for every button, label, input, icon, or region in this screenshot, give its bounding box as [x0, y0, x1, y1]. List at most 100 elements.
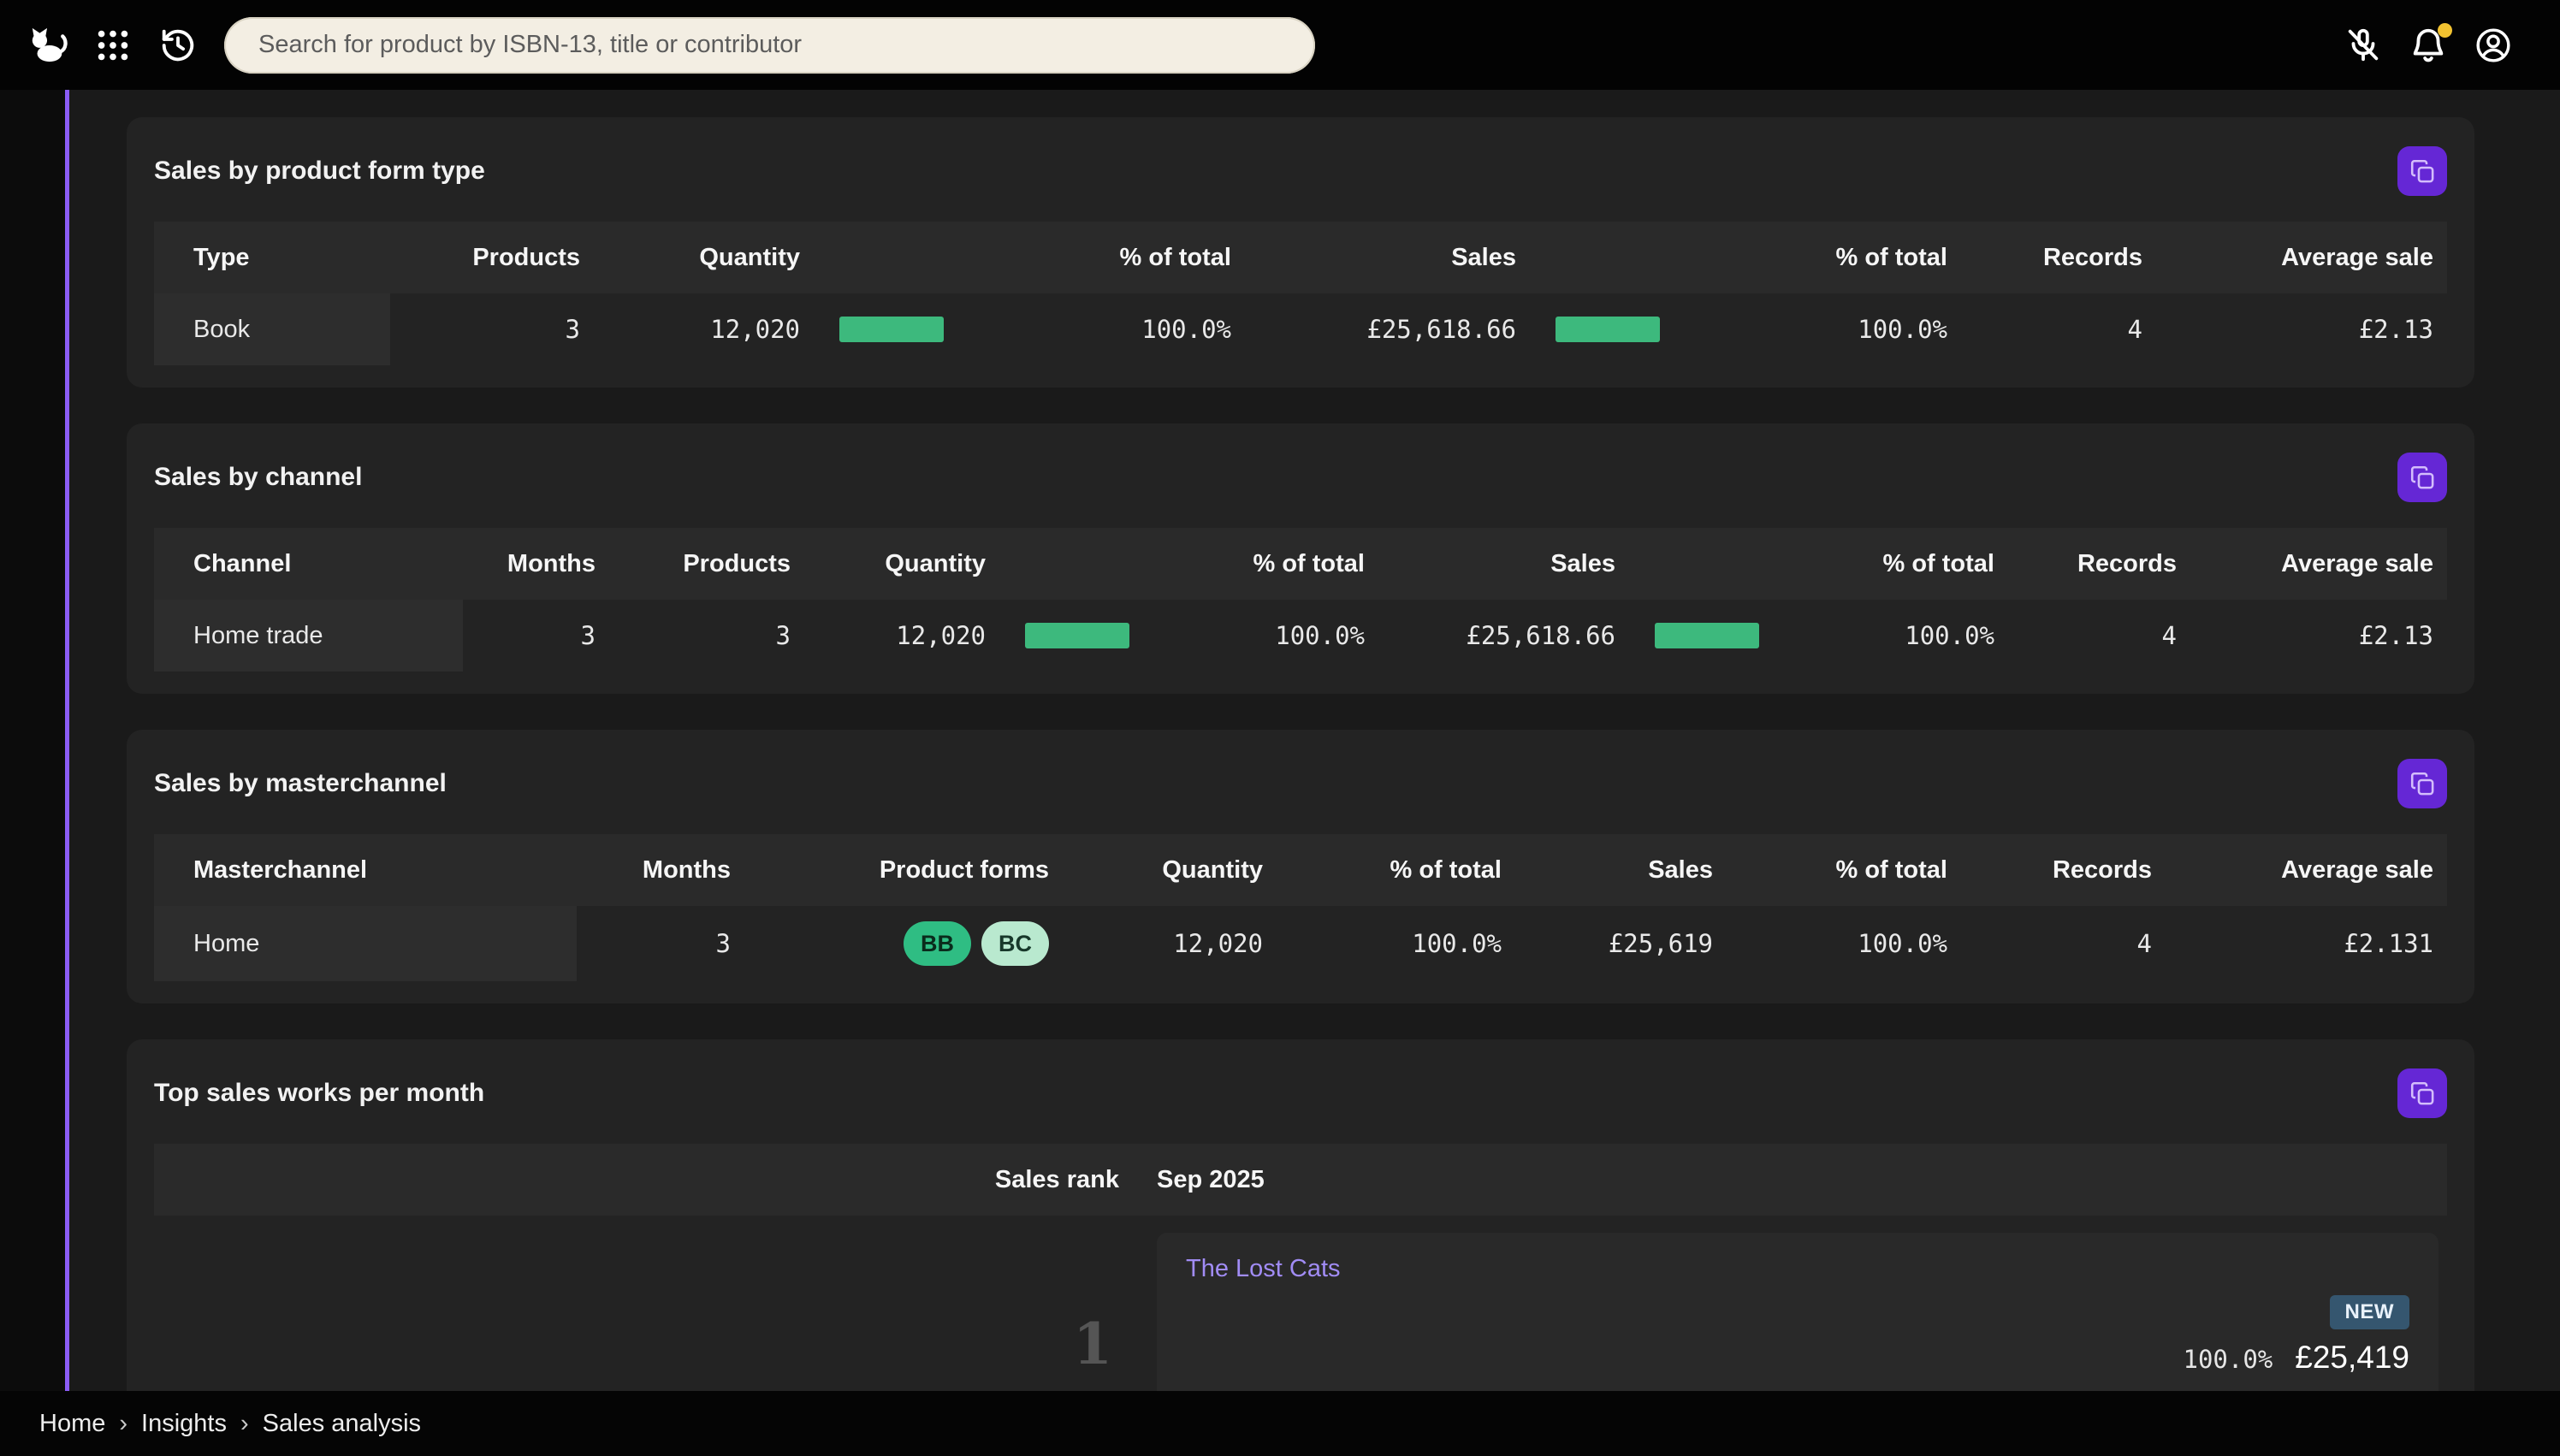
table-sales-by-channel: Channel Months Products Quantity % of to… — [154, 528, 2447, 672]
copy-table-button[interactable] — [2397, 1068, 2447, 1118]
column-header: Product forms — [879, 855, 1049, 884]
table-header-row: Channel Months Products Quantity % of to… — [154, 528, 2447, 600]
breadcrumb-insights[interactable]: Insights — [141, 1410, 227, 1438]
sales-share-bar — [1556, 317, 1660, 342]
cell-records: 4 — [2127, 315, 2142, 344]
cell-month-work: The Lost Cats NEW 100.0% £25,419 — [1133, 1216, 2447, 1391]
table-top-sales-works: Sales rank Sep 2025 1 The Lost Cats NEW — [154, 1144, 2447, 1391]
table-header-row: Type Products Quantity % of total Sales … — [154, 222, 2447, 293]
pct-value: 100.0% — [1858, 315, 1947, 344]
column-header: Months — [507, 549, 596, 577]
cell-pct-of-total-sales: 100.0% — [1858, 929, 1947, 958]
card-top-sales-works-per-month: Top sales works per month Sales rank Sep… — [127, 1039, 2474, 1391]
card-title: Sales by masterchannel — [154, 769, 447, 797]
voice-search-off-icon[interactable] — [2331, 13, 2396, 78]
table-sales-by-masterchannel: Masterchannel Months Product forms Quant… — [154, 834, 2447, 981]
copy-table-button[interactable] — [2397, 146, 2447, 196]
column-header-month: Sep 2025 — [1157, 1165, 1265, 1193]
card-header: Sales by channel — [127, 423, 2474, 528]
card-title: Top sales works per month — [154, 1079, 485, 1107]
column-header: % of total — [1835, 855, 1948, 884]
copy-table-button[interactable] — [2397, 759, 2447, 808]
copy-icon — [2410, 465, 2433, 488]
column-header: % of total — [1835, 243, 1948, 271]
work-stats: NEW 100.0% £25,419 — [2183, 1295, 2409, 1376]
table-row: Home trade 3 3 12,020 100.0% £25,618.66 … — [154, 600, 2447, 672]
table-header-row: Masterchannel Months Product forms Quant… — [154, 834, 2447, 906]
breadcrumb: Home › Insights › Sales analysis — [0, 1391, 2560, 1456]
amount-line: 100.0% £25,419 — [2183, 1340, 2409, 1376]
work-sales-amount: £25,419 — [2295, 1340, 2409, 1375]
search-input[interactable] — [258, 31, 1281, 59]
product-form-badge-bc: BC — [981, 921, 1049, 966]
cell-pct-of-total-sales: 100.0% — [1530, 293, 1961, 365]
mic-slash-icon — [2348, 28, 2379, 61]
sales-share-bar — [1655, 623, 1759, 648]
pct-value: 100.0% — [1275, 621, 1365, 650]
work-pct-of-total: 100.0% — [2183, 1345, 2273, 1374]
column-header: % of total — [1882, 549, 1995, 577]
breadcrumb-home[interactable]: Home — [39, 1410, 105, 1438]
table-row: Book 3 12,020 100.0% £25,618.66 100.0% 4… — [154, 293, 2447, 365]
column-header: Quantity — [885, 549, 986, 577]
work-card: The Lost Cats NEW 100.0% £25,419 — [1157, 1233, 2439, 1391]
card-header: Sales by product form type — [127, 117, 2474, 222]
cell-product-forms: BB BC — [744, 906, 1073, 981]
copy-table-button[interactable] — [2397, 453, 2447, 502]
table-row: Home 3 BB BC 12,020 100.0% £25,619 100.0… — [154, 906, 2447, 981]
cell-sales: £25,619 — [1608, 929, 1713, 958]
column-header: Records — [2042, 243, 2142, 271]
cell-sales: £25,618.66 — [1466, 621, 1615, 650]
cell-products: 3 — [565, 315, 580, 344]
table-row: 1 The Lost Cats NEW 100.0% £25,419 — [154, 1216, 2447, 1391]
column-header: % of total — [1119, 243, 1232, 271]
left-gutter — [0, 90, 65, 1391]
cell-months: 3 — [580, 621, 596, 650]
column-header: Average sale — [2281, 855, 2433, 884]
grid-icon — [98, 30, 128, 60]
topbar — [0, 0, 2560, 90]
cell-sales-rank: 1 — [154, 1216, 1133, 1391]
copy-icon — [2410, 159, 2433, 182]
column-header: Type — [193, 243, 250, 271]
cell-pct-of-total-quantity: 100.0% — [999, 600, 1378, 672]
column-header: % of total — [1390, 855, 1502, 884]
work-title-link[interactable]: The Lost Cats — [1186, 1255, 1341, 1283]
cell-pct-of-total-quantity: 100.0% — [814, 293, 1245, 365]
rank-number: 1 — [1073, 1311, 1112, 1377]
column-header: Channel — [193, 549, 292, 577]
cell-records: 4 — [2161, 621, 2177, 650]
copy-icon — [2410, 1081, 2433, 1104]
card-header: Sales by masterchannel — [127, 730, 2474, 834]
breadcrumb-separator: › — [240, 1409, 249, 1437]
column-header: Average sale — [2281, 549, 2433, 577]
column-header-sales-rank: Sales rank — [994, 1165, 1119, 1193]
product-form-badge-bb: BB — [904, 921, 971, 966]
user-avatar-icon — [2476, 27, 2510, 62]
cell-months: 3 — [715, 929, 731, 958]
scroll-accent-line — [65, 90, 69, 1391]
card-sales-by-channel: Sales by channel Channel Months Products… — [127, 423, 2474, 694]
cards-container: Sales by product form type Type Products… — [0, 90, 2560, 1391]
cell-quantity: 12,020 — [710, 315, 800, 344]
cell-quantity: 12,020 — [896, 621, 986, 650]
column-header: Sales — [1451, 243, 1516, 271]
column-header: % of total — [1253, 549, 1366, 577]
column-header: Records — [2077, 549, 2177, 577]
column-header: Average sale — [2281, 243, 2433, 271]
cat-logo-icon — [32, 27, 68, 62]
history-icon[interactable] — [145, 13, 210, 78]
cell-type: Book — [154, 293, 390, 365]
cell-average-sale: £2.13 — [2358, 315, 2433, 344]
cell-pct-of-total-quantity: 100.0% — [1412, 929, 1502, 958]
table-sales-by-product-form-type: Type Products Quantity % of total Sales … — [154, 222, 2447, 365]
cell-average-sale: £2.131 — [2344, 929, 2433, 958]
account-button[interactable] — [2461, 13, 2526, 78]
apps-grid-icon[interactable] — [80, 13, 145, 78]
history-clock-icon — [162, 29, 194, 61]
column-header: Records — [2052, 855, 2152, 884]
column-header: Months — [642, 855, 731, 884]
notifications-button[interactable] — [2396, 13, 2461, 78]
app-logo-cat-icon[interactable] — [15, 13, 80, 78]
cell-sales: £25,618.66 — [1366, 315, 1516, 344]
